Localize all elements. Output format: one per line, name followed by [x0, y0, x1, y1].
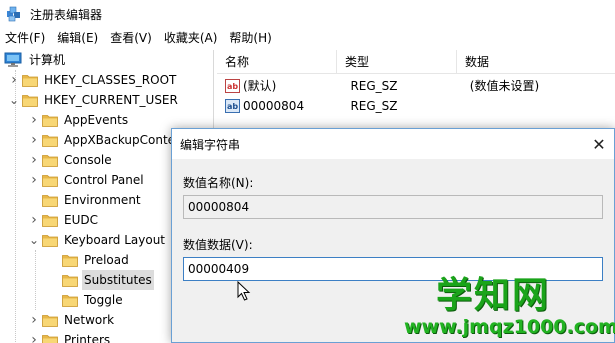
- tree-item-label: AppXBackupConte: [64, 133, 176, 147]
- menu-view[interactable]: 查看(V): [104, 28, 158, 48]
- tree-item[interactable]: › Printers: [28, 330, 112, 343]
- menu-edit[interactable]: 编辑(E): [51, 28, 104, 48]
- folder-icon: [42, 234, 58, 247]
- tree-item-label: Environment: [64, 193, 141, 207]
- value-type: REG_SZ: [350, 79, 398, 93]
- chevron-right-icon[interactable]: ›: [28, 170, 40, 190]
- value-name: (默认): [243, 79, 277, 93]
- tree-item-label: Keyboard Layout: [64, 233, 166, 247]
- chevron-down-icon[interactable]: ⌄: [8, 90, 20, 110]
- column-header-name[interactable]: 名称: [217, 50, 337, 74]
- tree-item-label: Network: [64, 313, 115, 327]
- value-type: REG_SZ: [350, 99, 398, 113]
- folder-icon: [42, 214, 58, 227]
- tree-guide-line: [35, 250, 36, 310]
- computer-icon: [4, 52, 22, 67]
- value-data: (数值未设置): [469, 79, 540, 93]
- tree-item-label: Console: [64, 153, 112, 167]
- tree-item-label: AppEvents: [64, 113, 129, 127]
- watermark-url: www.jmqz1000.com: [404, 316, 615, 338]
- mouse-cursor-icon: [237, 281, 251, 301]
- tree-item[interactable]: Environment: [28, 190, 143, 210]
- svg-text:ab: ab: [227, 102, 238, 111]
- tree-item[interactable]: › Network: [28, 310, 116, 330]
- watermark: 学知网 www.jmqz1000.com: [396, 258, 615, 343]
- folder-icon: [42, 154, 58, 167]
- tree-item[interactable]: Toggle: [48, 290, 125, 310]
- folder-icon: [42, 114, 58, 127]
- tree-item[interactable]: › HKEY_CLASSES_ROOT: [8, 70, 178, 90]
- folder-icon: [22, 94, 38, 107]
- value-name: 00000804: [243, 99, 305, 113]
- chevron-right-icon[interactable]: ›: [8, 70, 20, 90]
- tree-item-label: Toggle: [84, 293, 123, 307]
- menu-bar: 文件(F) 编辑(E) 查看(V) 收藏夹(A) 帮助(H): [0, 28, 615, 48]
- title-bar: 注册表编辑器: [0, 0, 615, 28]
- chevron-right-icon[interactable]: ›: [28, 110, 40, 130]
- column-header-data[interactable]: 数据: [457, 50, 615, 74]
- chevron-right-icon[interactable]: ›: [28, 150, 40, 170]
- tree-item[interactable]: Preload: [48, 250, 131, 270]
- folder-icon: [42, 314, 58, 327]
- svg-text:ab: ab: [227, 82, 238, 91]
- folder-icon: [62, 274, 78, 287]
- folder-icon: [42, 194, 58, 207]
- list-row[interactable]: ab 00000804 REG_SZ: [217, 96, 615, 116]
- menu-file[interactable]: 文件(F): [0, 28, 51, 48]
- tree-item-label: EUDC: [64, 213, 98, 227]
- menu-favorites[interactable]: 收藏夹(A): [158, 28, 224, 48]
- dialog-title-bar: 编辑字符串 ✕: [172, 129, 614, 159]
- chevron-right-icon[interactable]: ›: [28, 330, 40, 343]
- tree-item[interactable]: ⌄ Keyboard Layout: [28, 230, 167, 250]
- value-name-field[interactable]: 00000804: [183, 195, 603, 219]
- list-header: 名称 类型 数据: [217, 50, 615, 74]
- list-row[interactable]: ab (默认) REG_SZ (数值未设置): [217, 76, 615, 96]
- tree-item-computer[interactable]: 计算机: [4, 50, 67, 70]
- tree-item[interactable]: › Console: [28, 150, 114, 170]
- tree-item[interactable]: › Control Panel: [28, 170, 146, 190]
- value-data-label: 数值数据(V):: [183, 238, 253, 252]
- chevron-right-icon[interactable]: ›: [28, 310, 40, 330]
- dialog-title: 编辑字符串: [180, 137, 241, 152]
- tree-guide-line: [15, 70, 16, 343]
- menu-help[interactable]: 帮助(H): [223, 28, 277, 48]
- value-name-label: 数值名称(N):: [183, 176, 254, 190]
- folder-icon: [42, 334, 58, 343]
- chevron-down-icon[interactable]: ⌄: [28, 230, 40, 250]
- tree-item-label: HKEY_CURRENT_USER: [44, 93, 178, 107]
- tree-item[interactable]: › AppEvents: [28, 110, 130, 130]
- folder-icon: [42, 174, 58, 187]
- tree-item-label: Substitutes: [82, 270, 154, 290]
- tree-item-label: 计算机: [29, 53, 66, 67]
- string-value-icon: ab: [225, 79, 240, 93]
- tree-item[interactable]: Substitutes: [48, 270, 154, 290]
- close-icon[interactable]: ✕: [586, 131, 612, 157]
- tree-item-label: Preload: [84, 253, 129, 267]
- folder-icon: [22, 74, 38, 87]
- watermark-title: 学知网: [436, 275, 551, 316]
- folder-icon: [42, 134, 58, 147]
- tree-item[interactable]: › AppXBackupConte: [28, 130, 177, 150]
- window-title: 注册表编辑器: [30, 7, 103, 22]
- binary-value-icon: ab: [225, 99, 240, 113]
- chevron-right-icon[interactable]: ›: [28, 210, 40, 230]
- column-header-type[interactable]: 类型: [337, 50, 457, 74]
- tree-item[interactable]: › EUDC: [28, 210, 100, 230]
- folder-icon: [62, 294, 78, 307]
- tree-item-label: HKEY_CLASSES_ROOT: [44, 73, 177, 87]
- folder-icon: [62, 254, 78, 267]
- regedit-icon: [7, 6, 20, 22]
- tree-item[interactable]: ⌄ HKEY_CURRENT_USER: [8, 90, 180, 110]
- chevron-right-icon[interactable]: ›: [28, 130, 40, 150]
- tree-item-label: Control Panel: [64, 173, 144, 187]
- tree-item-label: Printers: [64, 333, 111, 343]
